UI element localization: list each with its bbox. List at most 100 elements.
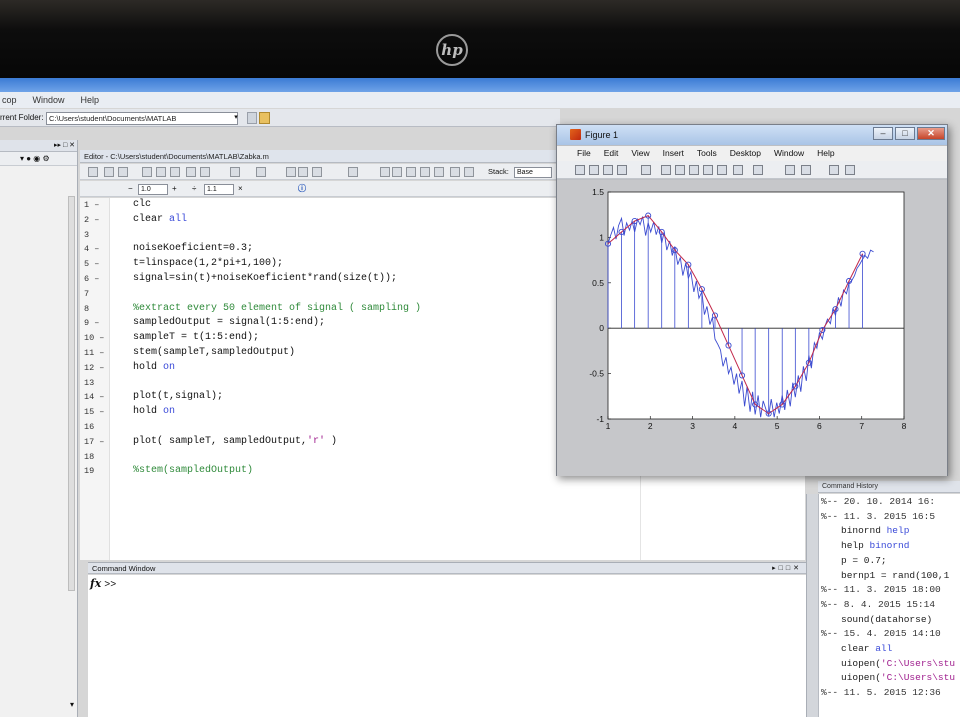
decrement-icon[interactable]: − (128, 181, 133, 197)
history-command-row[interactable]: clear all (841, 643, 892, 654)
step-icon[interactable] (392, 167, 402, 177)
current-folder-pane: ▸▸ □ ✕ ▾ ● ◉ ⚙ ▾ (0, 140, 78, 717)
command-window[interactable]: fx >> (88, 575, 806, 717)
hide-tools-icon[interactable] (829, 165, 839, 175)
history-command-row[interactable]: binornd help (841, 525, 909, 536)
undo-icon[interactable] (186, 167, 196, 177)
maximize-icon[interactable]: □ (895, 127, 915, 140)
legend-icon[interactable] (801, 165, 811, 175)
save-icon[interactable] (118, 167, 128, 177)
figure-window[interactable]: Figure 1 – □ ✕ File Edit View Insert Tools De… (556, 124, 948, 476)
figure-menu-view[interactable]: View (631, 146, 649, 161)
figure-menu-help[interactable]: Help (817, 146, 834, 161)
history-command-row[interactable]: p = 0.7; (841, 555, 887, 566)
command-window-controls[interactable]: ▸□□✕ (772, 563, 802, 574)
folder-dropdown-icon[interactable]: ▾ (232, 112, 240, 125)
brush-icon[interactable] (733, 165, 743, 175)
command-prompt[interactable]: fx >> (90, 577, 116, 591)
pane-header-controls[interactable]: ▸▸ □ ✕ (0, 140, 77, 152)
plus-icon[interactable]: + (172, 181, 177, 197)
new-file-icon[interactable] (88, 167, 98, 177)
run-icon[interactable] (348, 167, 358, 177)
history-token: help (886, 525, 910, 537)
history-session-row[interactable]: %-- 11. 5. 2015 12:36 (821, 687, 941, 698)
stack-icon[interactable] (464, 167, 474, 177)
code-text: hold on (133, 405, 175, 420)
link-icon[interactable] (753, 165, 763, 175)
data-cursor-icon[interactable] (717, 165, 727, 175)
print-icon[interactable] (617, 165, 627, 175)
save-icon[interactable] (603, 165, 613, 175)
line-number: 19 (84, 466, 95, 477)
folder-up-button[interactable] (247, 112, 257, 124)
open-icon[interactable] (589, 165, 599, 175)
x-tick-label: 8 (902, 421, 907, 431)
line-number: 18 (84, 451, 95, 462)
info-icon[interactable]: ⓘ (298, 181, 306, 197)
minimize-icon[interactable]: – (873, 127, 893, 140)
go-forward-icon[interactable] (298, 167, 308, 177)
multiply-icon[interactable]: × (238, 181, 243, 197)
breakpoint-icon[interactable] (380, 167, 390, 177)
cell-increment-field[interactable]: 1.0 (138, 184, 168, 195)
history-session-row[interactable]: %-- 11. 3. 2015 16:5 (821, 511, 935, 522)
redo-icon[interactable] (200, 167, 210, 177)
fx-icon[interactable]: fx (90, 577, 101, 590)
stack-select[interactable]: Base (514, 167, 552, 178)
menu-item-window[interactable]: Window (31, 92, 67, 108)
figure-menu-insert[interactable]: Insert (663, 146, 684, 161)
scroll-down-icon[interactable]: ▾ (67, 700, 77, 709)
function-icon[interactable] (312, 167, 322, 177)
open-file-icon[interactable] (104, 167, 114, 177)
current-folder-input[interactable]: C:\Users\student\Documents\MATLAB (46, 112, 238, 125)
zoom-out-icon[interactable] (675, 165, 685, 175)
history-session-row[interactable]: %-- 8. 4. 2015 15:14 (821, 599, 935, 610)
code-text: clear all (133, 213, 187, 228)
figure-menu-window[interactable]: Window (774, 146, 804, 161)
colorbar-icon[interactable] (785, 165, 795, 175)
paste-icon[interactable] (170, 167, 180, 177)
exit-debug-icon[interactable] (450, 167, 460, 177)
close-icon[interactable]: ✕ (917, 127, 945, 140)
window-title-strip (0, 78, 960, 92)
figure-menu-file[interactable]: File (577, 146, 591, 161)
history-session-row[interactable]: %-- 15. 4. 2015 14:10 (821, 628, 941, 639)
new-figure-icon[interactable] (575, 165, 585, 175)
figure-menu-tools[interactable]: Tools (697, 146, 717, 161)
pan-icon[interactable] (689, 165, 699, 175)
history-session-row[interactable]: %-- 11. 3. 2015 18:00 (821, 584, 941, 595)
show-tools-icon[interactable] (845, 165, 855, 175)
history-command-row[interactable]: sound(datahorse) (841, 614, 932, 625)
history-scrollbar[interactable] (807, 494, 819, 717)
prompt-symbol: >> (104, 580, 117, 591)
figure-menu-desktop[interactable]: Desktop (730, 146, 761, 161)
browse-folder-icon[interactable] (259, 112, 270, 124)
line-number: 5 – (84, 259, 100, 270)
figure-title-bar[interactable]: Figure 1 – □ ✕ (557, 125, 947, 145)
history-command-row[interactable]: help binornd (841, 540, 909, 551)
pointer-icon[interactable] (641, 165, 651, 175)
find-icon[interactable] (256, 167, 266, 177)
command-history[interactable]: %-- 20. 10. 2014 16: %-- 11. 3. 2015 16:5… (806, 494, 960, 717)
figure-plot[interactable]: 1 2 3 4 5 6 7 8 -1 -0.5 0 0.5 1 1.5 (557, 180, 947, 476)
divide-icon[interactable]: ÷ (192, 181, 196, 197)
print-icon[interactable] (230, 167, 240, 177)
menu-item-help[interactable]: Help (79, 92, 102, 108)
rotate-icon[interactable] (703, 165, 713, 175)
cut-icon[interactable] (142, 167, 152, 177)
go-back-icon[interactable] (286, 167, 296, 177)
history-command-row[interactable]: uiopen('C:\Users\stu (841, 658, 955, 669)
step-in-icon[interactable] (406, 167, 416, 177)
zoom-in-icon[interactable] (661, 165, 671, 175)
cell-scale-field[interactable]: 1.1 (204, 184, 234, 195)
continue-icon[interactable] (434, 167, 444, 177)
step-out-icon[interactable] (420, 167, 430, 177)
copy-icon[interactable] (156, 167, 166, 177)
menu-item-cop[interactable]: cop (0, 92, 19, 108)
history-command-row[interactable]: uiopen('C:\Users\stu (841, 672, 955, 683)
figure-menu-edit[interactable]: Edit (604, 146, 619, 161)
history-command-row[interactable]: bernp1 = rand(100,1 (841, 570, 949, 581)
left-pane-scrollbar[interactable] (68, 196, 75, 591)
code-token: noiseKoeficient=0.3; (133, 243, 254, 255)
history-session-row[interactable]: %-- 20. 10. 2014 16: (821, 496, 935, 507)
